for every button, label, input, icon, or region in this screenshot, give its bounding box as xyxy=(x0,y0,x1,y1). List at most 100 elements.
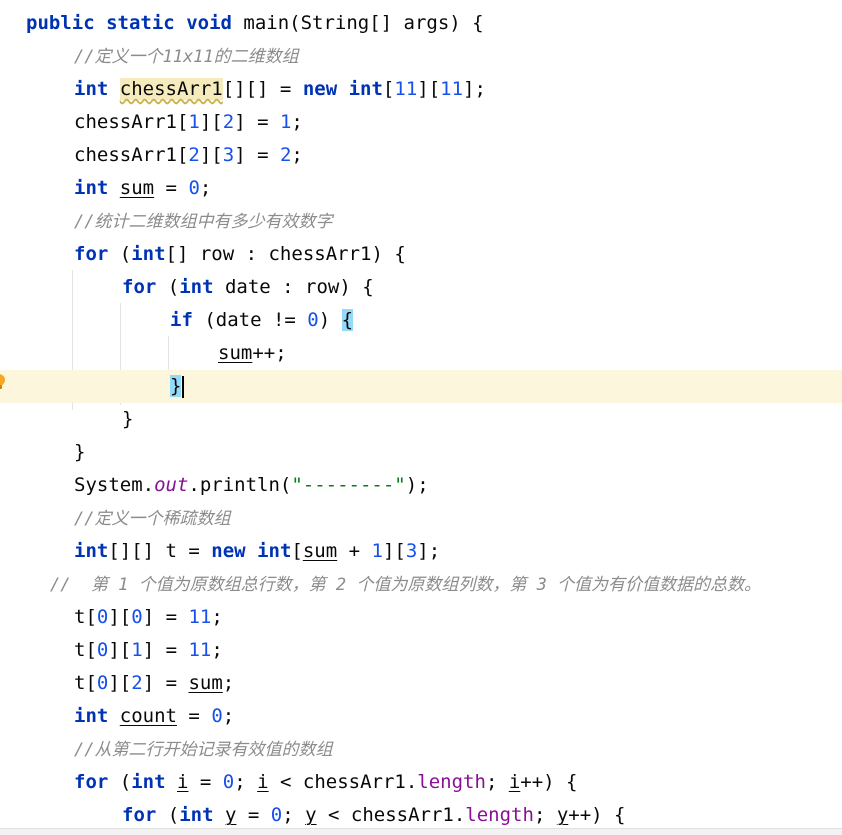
code-token: y xyxy=(305,804,317,826)
code-line-text: } xyxy=(122,403,133,436)
code-token: ] = xyxy=(142,606,189,628)
code-token: 0 xyxy=(270,804,283,826)
code-line[interactable]: int[][] t = new int[sum + 1][3]; xyxy=(0,535,842,568)
code-line-text: chessArr1[2][3] = 2; xyxy=(74,139,303,172)
code-line[interactable]: //从第二行开始记录有效值的数组 xyxy=(0,733,842,766)
code-token: //定义一个稀疏数组 xyxy=(74,509,231,529)
code-line[interactable]: t[0][1] = 11; xyxy=(0,634,842,667)
code-token: sum xyxy=(218,342,253,364)
code-token: ; xyxy=(199,177,212,199)
code-line[interactable]: } xyxy=(0,403,842,436)
code-line[interactable]: System.out.println("--------"); xyxy=(0,469,842,502)
code-token: 11 xyxy=(440,78,464,100)
code-line[interactable]: //定义一个稀疏数组 xyxy=(0,502,842,535)
code-token: ; xyxy=(211,606,223,628)
code-token: 2 xyxy=(279,144,292,166)
code-line[interactable]: //统计二维数组中有多少有效数字 xyxy=(0,205,842,238)
code-line[interactable]: sum++; xyxy=(0,337,842,370)
code-line[interactable]: } xyxy=(0,370,842,403)
code-line-text: public static void main(String[] args) { xyxy=(26,7,484,40)
code-line-text: //定义一个稀疏数组 xyxy=(74,502,230,536)
code-line[interactable]: int count = 0; xyxy=(0,700,842,733)
lightbulb-icon[interactable] xyxy=(0,373,6,391)
code-token: i xyxy=(177,771,189,793)
code-token: ][ xyxy=(108,606,132,628)
code-token: { xyxy=(341,309,354,331)
code-token: main(String[] args) { xyxy=(231,12,484,34)
code-token: ; xyxy=(222,705,235,727)
code-token: = xyxy=(176,705,212,727)
code-token: ][ xyxy=(199,144,223,166)
code-token: ; xyxy=(282,804,306,826)
code-line-text: } xyxy=(170,370,185,403)
code-token: ; xyxy=(291,111,303,133)
code-token: ][ xyxy=(108,672,132,694)
code-line-text: if (date != 0) { xyxy=(170,304,354,337)
code-token: } xyxy=(170,375,182,397)
code-line[interactable]: chessArr1[1][2] = 1; xyxy=(0,106,842,139)
code-token: chessArr1 xyxy=(119,78,223,100)
code-token: int xyxy=(131,771,166,793)
code-token: 0 xyxy=(96,606,109,628)
code-token: = xyxy=(154,177,189,199)
code-token: ; xyxy=(485,771,509,793)
code-token: i xyxy=(508,771,521,793)
code-token: ]; xyxy=(417,540,441,562)
code-token: = xyxy=(236,804,271,826)
code-line-text: t[0][1] = 11; xyxy=(74,634,223,667)
code-token: 0 xyxy=(188,177,200,199)
code-line[interactable]: //定义一个11x11的二维数组 xyxy=(0,40,842,73)
code-line[interactable]: int sum = 0; xyxy=(0,172,842,205)
code-token: .println( xyxy=(188,474,292,496)
code-token: for xyxy=(122,804,157,826)
code-token: for xyxy=(74,243,109,265)
code-token: ] = xyxy=(234,111,280,133)
code-line-text: int sum = 0; xyxy=(74,172,211,205)
code-line[interactable]: int chessArr1[][] = new int[11][11]; xyxy=(0,73,842,106)
code-token: 0 xyxy=(307,309,319,331)
code-token: t[ xyxy=(74,606,97,628)
code-line[interactable]: public static void main(String[] args) { xyxy=(0,7,842,40)
code-token: ++) { xyxy=(520,771,578,793)
code-token: } xyxy=(74,441,86,463)
code-line[interactable]: } xyxy=(0,436,842,469)
code-token: 11 xyxy=(394,78,418,100)
code-line[interactable]: t[0][2] = sum; xyxy=(0,667,842,700)
code-token: int xyxy=(131,243,166,265)
code-token: System. xyxy=(74,474,155,496)
code-line[interactable]: for (int i = 0; i < chessArr1.length; i+… xyxy=(0,766,842,799)
code-token: sum xyxy=(188,672,223,694)
code-line[interactable]: t[0][0] = 11; xyxy=(0,601,842,634)
code-token: 3 xyxy=(222,144,235,166)
code-token: int xyxy=(348,78,383,100)
horizontal-scrollbar[interactable] xyxy=(0,828,842,835)
code-token: int xyxy=(74,177,109,199)
text-caret xyxy=(182,375,185,398)
code-token: [][] t = xyxy=(108,540,212,562)
code-token: [ xyxy=(291,540,303,562)
code-token: (date != xyxy=(192,309,308,331)
code-token: [][] = xyxy=(222,78,303,100)
code-line[interactable]: for (int[] row : chessArr1) { xyxy=(0,238,842,271)
code-line[interactable]: chessArr1[2][3] = 2; xyxy=(0,139,842,172)
code-token: 2 xyxy=(222,111,235,133)
code-token: ] = xyxy=(234,144,280,166)
code-line-text: int chessArr1[][] = new int[11][11]; xyxy=(74,73,486,106)
code-line[interactable]: // 第 1 个值为原数组总行数，第 2 个值为原数组列数，第 3 个值为有价值… xyxy=(0,568,842,601)
code-token: 3 xyxy=(405,540,418,562)
code-token: ; xyxy=(291,144,303,166)
code-line-text: chessArr1[1][2] = 1; xyxy=(74,106,303,139)
code-editor[interactable]: public static void main(String[] args) {… xyxy=(0,0,842,835)
code-token: ] = xyxy=(142,672,189,694)
code-line-text: for (int[] row : chessArr1) { xyxy=(74,238,406,271)
code-line[interactable]: for (int date : row) { xyxy=(0,271,842,304)
code-token: sum xyxy=(119,177,155,199)
code-line-text: for (int date : row) { xyxy=(122,271,374,304)
code-line[interactable]: if (date != 0) { xyxy=(0,304,842,337)
code-token: length xyxy=(465,804,534,826)
